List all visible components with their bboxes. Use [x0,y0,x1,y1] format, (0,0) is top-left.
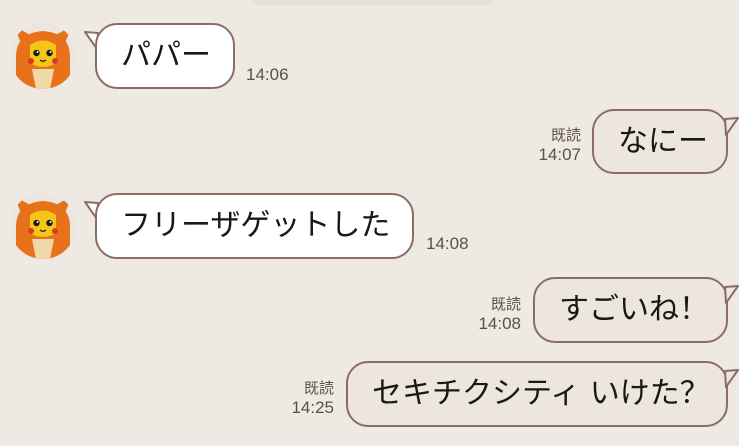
message-meta: 14:06 [246,65,289,85]
message-text: フリーザゲットした [121,208,391,243]
message-time: 14:07 [538,144,581,164]
message-meta: 14:08 [426,234,469,254]
message-time: 14:08 [478,313,521,333]
previous-message-edge [250,0,496,4]
message-meta: 既読 14:08 [478,296,521,334]
message-bubble-incoming[interactable]: パパー [95,23,235,89]
message-bubble-outgoing[interactable]: なにー [592,109,728,174]
message-time: 14:25 [291,397,334,417]
read-receipt: 既読 [303,380,334,397]
read-receipt: 既読 [550,127,581,144]
message-bubble-incoming[interactable]: フリーザゲットした [95,193,414,259]
message-meta: 既読 14:25 [291,380,334,418]
message-meta: 既読 14:07 [538,127,581,165]
message-time: 14:08 [426,234,469,253]
message-text: パパー [121,38,211,73]
message-time: 14:06 [246,65,289,84]
bubble-tail [716,368,739,392]
bubble-tail [716,116,739,140]
message-text: セキチクシティ いけた？ [372,376,710,411]
message-text: すごいね！ [559,292,709,327]
bubble-tail [716,284,739,308]
read-receipt: 既読 [490,296,521,313]
sender-avatar[interactable] [10,23,76,89]
message-bubble-outgoing[interactable]: すごいね！ [533,277,728,343]
message-text: なにー [618,123,708,159]
sender-avatar[interactable] [10,193,76,259]
message-bubble-outgoing[interactable]: セキチクシティ いけた？ [346,361,728,427]
